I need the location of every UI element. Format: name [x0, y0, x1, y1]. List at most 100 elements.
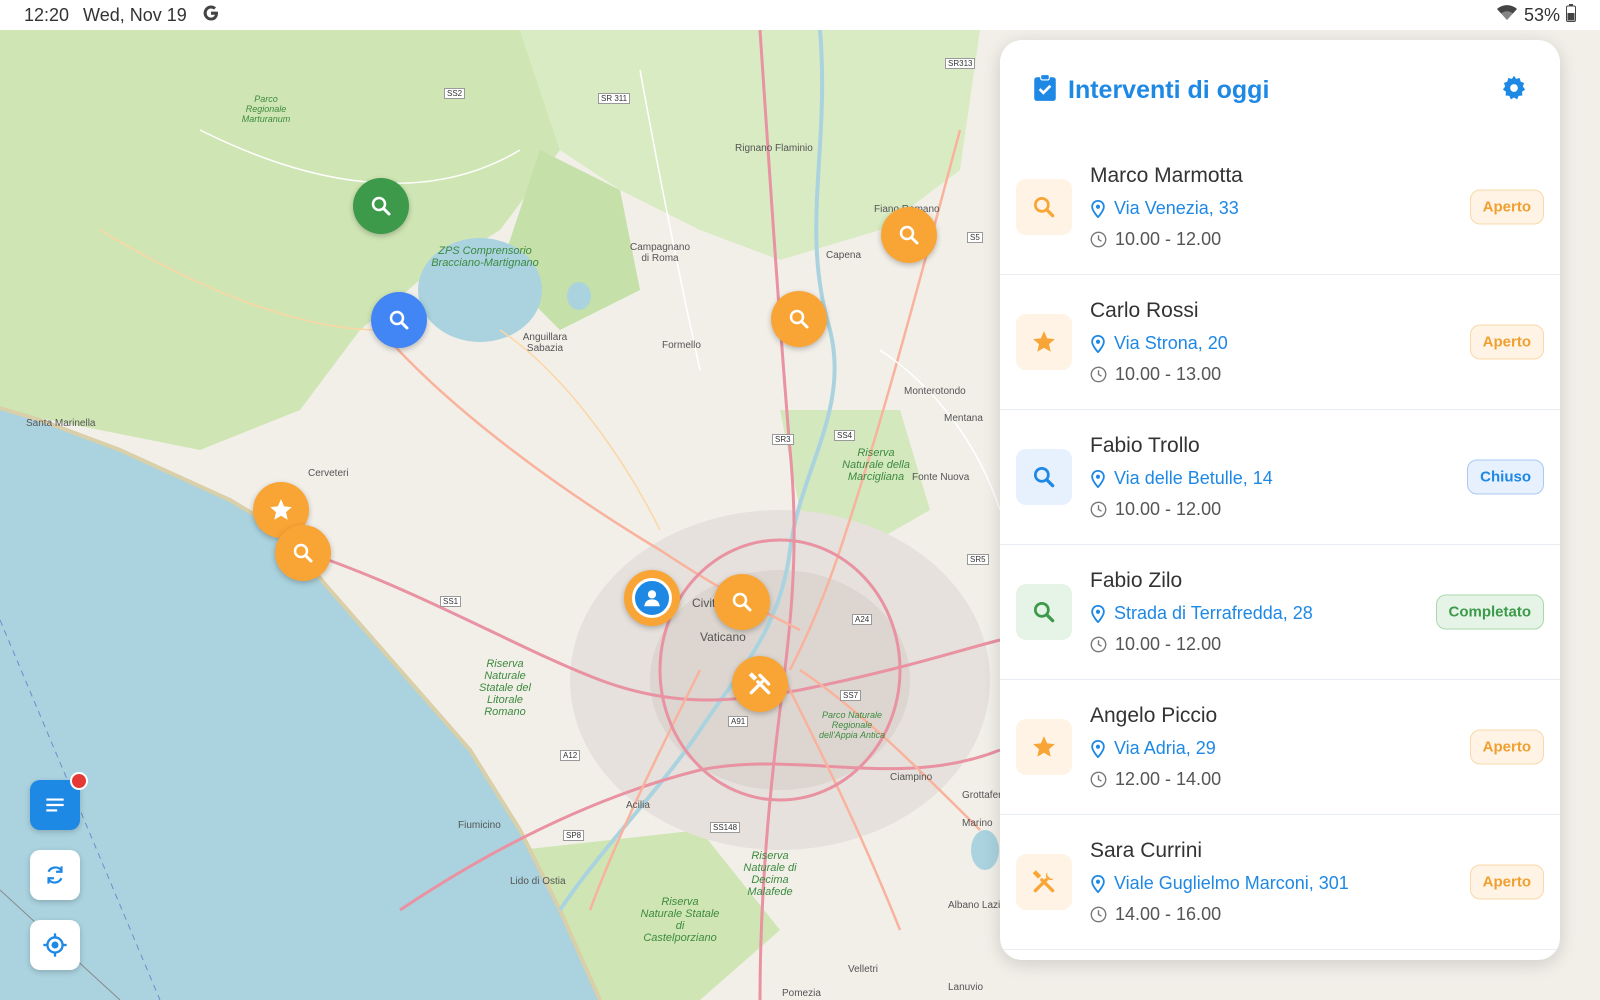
map-label: Acilia [626, 800, 650, 811]
map-label: Riserva Naturale della Marcigliana [842, 447, 910, 483]
list-item[interactable]: Fabio Trollo Via delle Betulle, 14 10.00… [1000, 410, 1560, 545]
clock-icon [1090, 501, 1107, 518]
location-pin-icon [1091, 604, 1105, 623]
clipboard-check-icon [1032, 73, 1058, 107]
search-icon [371, 196, 391, 216]
item-address: Via Strona, 20 [1114, 333, 1228, 353]
star-icon [1033, 331, 1055, 352]
refresh-icon [47, 866, 63, 884]
refresh-button[interactable] [30, 850, 80, 900]
item-time: 10.00 - 12.00 [1115, 229, 1222, 249]
road-shield: SR313 [945, 58, 976, 69]
status-badge: Aperto [1469, 189, 1544, 225]
map-label: Riserva Naturale di Decima Malafede [743, 850, 797, 898]
location-pin-icon [1091, 199, 1105, 218]
my-location-icon [43, 933, 67, 957]
map-pin-search[interactable] [371, 292, 427, 348]
item-address: Via Venezia, 33 [1114, 198, 1239, 218]
item-icon-box [1016, 179, 1072, 235]
location-pin-icon [1091, 469, 1105, 488]
list-item[interactable]: Carlo Rossi Via Strona, 20 10.00 - 13.00… [1000, 275, 1560, 410]
map-label: Pomezia [782, 988, 821, 999]
tools-icon [1032, 870, 1055, 893]
clock-icon [1090, 636, 1107, 653]
item-time: 10.00 - 12.00 [1115, 499, 1222, 519]
map-label: Campagnano di Roma [630, 242, 691, 264]
notification-dot [70, 772, 88, 790]
item-icon-box [1016, 314, 1072, 370]
item-icon-box [1016, 449, 1072, 505]
item-name: Marco Marmotta [1090, 164, 1243, 187]
road-shield: SS7 [840, 690, 862, 701]
map-pin-search[interactable] [353, 178, 409, 234]
map-pin-search[interactable] [714, 574, 770, 630]
map-pin-search[interactable] [771, 291, 827, 347]
star-icon [1033, 736, 1055, 757]
map-pin-tools[interactable] [732, 656, 788, 712]
search-icon [732, 592, 752, 612]
map-label: Monterotondo [904, 386, 966, 397]
item-icon-box [1016, 854, 1072, 910]
status-date: Wed, Nov 19 [83, 4, 187, 25]
list-item[interactable]: Angelo Piccio Via Adria, 29 12.00 - 14.0… [1000, 680, 1560, 815]
status-badge: Aperto [1469, 729, 1544, 765]
list-item[interactable]: Marco Marmotta Via Venezia, 33 10.00 - 1… [1000, 140, 1560, 275]
location-pin-icon [1091, 874, 1105, 893]
item-time: 10.00 - 13.00 [1115, 364, 1222, 384]
road-shield: A12 [560, 750, 581, 761]
battery-percent: 53% [1523, 4, 1560, 25]
item-icon-box [1016, 584, 1072, 640]
panel-header: Interventi di oggi [1000, 40, 1560, 140]
tools-icon [748, 672, 771, 695]
road-shield: SS148 [710, 822, 741, 833]
map-label: Velletri [848, 964, 879, 975]
clock-icon [1090, 366, 1107, 383]
item-icon-box [1016, 719, 1072, 775]
map-pin-search[interactable] [881, 207, 937, 263]
map-label: Cerveteri [308, 468, 349, 479]
road-shield: SS4 [834, 430, 856, 441]
list-item[interactable]: Sara Currini Viale Guglielmo Marconi, 30… [1000, 815, 1560, 950]
item-time: 10.00 - 12.00 [1115, 634, 1222, 654]
status-badge: Chiuso [1467, 459, 1544, 495]
map-label: Fiumicino [458, 820, 501, 831]
clock-icon [1090, 906, 1107, 923]
map-pin-search[interactable] [275, 525, 331, 581]
item-address: Strada di Terrafredda, 28 [1114, 603, 1313, 623]
battery-icon [1566, 3, 1576, 27]
gear-icon[interactable] [1500, 74, 1528, 107]
map-label: Riserva Naturale Statale di Castelporzia… [640, 896, 720, 944]
list-button[interactable] [30, 772, 88, 830]
map-pin-user[interactable] [624, 570, 680, 626]
status-badge: Aperto [1469, 864, 1544, 900]
clock-icon [1090, 771, 1107, 788]
map-label: Santa Marinella [26, 418, 96, 429]
road-shield: A24 [852, 614, 873, 625]
location-pin-icon [1091, 739, 1105, 758]
locate-button[interactable] [30, 920, 80, 970]
road-shield: SS1 [440, 596, 462, 607]
map-label: Capena [826, 250, 862, 261]
search-icon [1033, 196, 1055, 218]
list-icon [46, 798, 64, 812]
map-label: Rignano Flaminio [735, 143, 813, 154]
map-label: Marino [962, 818, 993, 829]
user-location-icon [632, 578, 672, 618]
map-label: Lido di Ostia [510, 876, 566, 887]
road-shield: SP8 [563, 830, 585, 841]
map-label: Parco Naturale Regionale dell'Appia Anti… [819, 710, 885, 740]
google-icon [201, 3, 221, 28]
map-label: Riserva Naturale Statale del Litorale Ro… [479, 658, 531, 718]
list-item[interactable]: Fabio Zilo Strada di Terrafredda, 28 10.… [1000, 545, 1560, 680]
map-label: Formello [662, 340, 701, 351]
road-shield: SR5 [967, 554, 989, 565]
search-icon [1033, 466, 1055, 488]
road-shield: S5 [967, 232, 983, 243]
item-name: Fabio Trollo [1090, 434, 1200, 457]
map-label: Ciampino [890, 772, 933, 783]
star-icon [270, 499, 292, 520]
item-address: Viale Guglielmo Marconi, 301 [1114, 873, 1349, 893]
item-address: Via delle Betulle, 14 [1114, 468, 1273, 488]
search-icon [1033, 601, 1055, 623]
road-shield: SS2 [444, 88, 466, 99]
